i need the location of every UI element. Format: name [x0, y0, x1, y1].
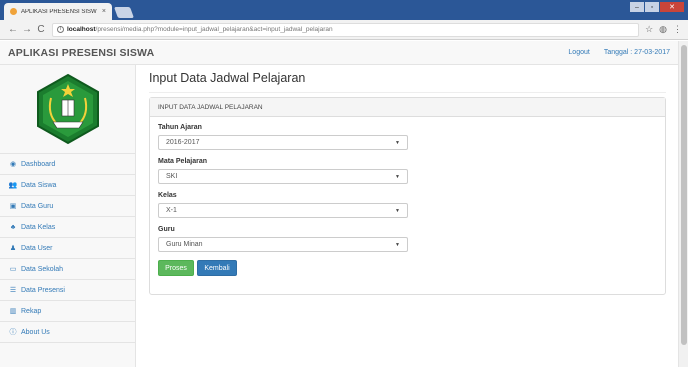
site-info-icon[interactable]: i [57, 26, 64, 33]
sidebar-item-dashboard[interactable]: ◉ Dashboard [0, 154, 135, 175]
browser-tab-strip: APLIKASI PRESENSI SISW × – ▫ ✕ [0, 0, 688, 20]
chevron-down-icon: ▼ [395, 139, 400, 146]
sidebar-menu: ◉ Dashboard 👥 Data Siswa ▣ Data Guru ♣ Data Kel… [0, 154, 135, 343]
chevron-down-icon: ▼ [395, 173, 400, 180]
monitor-icon: ▭ [9, 266, 17, 273]
mata-pelajaran-select[interactable]: SKI ▼ [158, 169, 408, 184]
main-content: Input Data Jadwal Pelajaran INPUT DATA J… [137, 65, 678, 367]
sidebar-item-data-guru[interactable]: ▣ Data Guru [0, 196, 135, 217]
logo-container [0, 65, 135, 154]
sidebar-item-data-siswa[interactable]: 👥 Data Siswa [0, 175, 135, 196]
bookmark-star-icon[interactable]: ☆ [645, 24, 653, 35]
sidebar-item-label: Dashboard [21, 160, 56, 168]
panel-heading: INPUT DATA JADWAL PELAJARAN [150, 98, 665, 117]
sidebar-item-label: Data Sekolah [21, 265, 64, 273]
kelas-label: Kelas [158, 192, 177, 199]
window-controls: – ▫ ✕ [630, 2, 684, 12]
url-field[interactable]: i localhost /presensi/media.php?module=i… [52, 22, 640, 37]
teacher-icon: ▣ [9, 203, 17, 210]
new-tab-button[interactable] [113, 7, 135, 18]
browser-toolbar: ☆ ◍ ⋮ [645, 24, 682, 35]
url-host: localhost [67, 26, 96, 33]
sidebar-item-label: Data Siswa [21, 181, 57, 189]
minimize-button[interactable]: – [630, 2, 644, 12]
sidebar-item-data-kelas[interactable]: ♣ Data Kelas [0, 217, 135, 238]
info-icon: ⓘ [9, 329, 17, 336]
sidebar-item-data-user[interactable]: ♟ Data User [0, 238, 135, 259]
reload-icon[interactable]: C [34, 24, 48, 35]
sidebar-item-label: Data User [21, 244, 53, 252]
sitemap-icon: ♣ [10, 223, 16, 231]
sidebar-item-label: Data Guru [21, 202, 54, 210]
browser-tab[interactable]: APLIKASI PRESENSI SISW × [4, 3, 112, 20]
sidebar-item-label: Data Presensi [21, 286, 65, 294]
user-icon: ♟ [9, 245, 17, 252]
schedule-form: Tahun Ajaran 2016-2017 ▼ Mata Pelajaran … [158, 124, 408, 276]
dashboard-icon: ◉ [9, 161, 17, 168]
sidebar-item-rekap[interactable]: ▥ Rekap [0, 301, 135, 322]
maximize-button[interactable]: ▫ [645, 2, 659, 12]
address-bar: ← → C i localhost /presensi/media.php?mo… [0, 20, 688, 40]
kembali-button[interactable]: Kembali [197, 260, 237, 276]
tahun-ajaran-select[interactable]: 2016-2017 ▼ [158, 135, 408, 150]
app-header: APLIKASI PRESENSI SISWA Logout Tanggal :… [0, 41, 678, 65]
tab-title: APLIKASI PRESENSI SISW [21, 8, 97, 15]
forward-arrow-icon[interactable]: → [20, 24, 34, 35]
bar-chart-icon: ▥ [9, 308, 17, 315]
kelas-select[interactable]: X-1 ▼ [158, 203, 408, 218]
field-kelas: Kelas X-1 ▼ [158, 192, 408, 218]
sidebar-item-label: Data Kelas [21, 223, 56, 231]
sidebar-item-data-sekolah[interactable]: ▭ Data Sekolah [0, 259, 135, 280]
field-mata-pelajaran: Mata Pelajaran SKI ▼ [158, 158, 408, 184]
guru-select[interactable]: Guru Minan ▼ [158, 237, 408, 252]
page-title: Input Data Jadwal Pelajaran [149, 71, 306, 85]
form-panel: INPUT DATA JADWAL PELAJARAN Tahun Ajaran… [149, 97, 666, 295]
sidebar-item-about-us[interactable]: ⓘ About Us [0, 322, 135, 343]
list-icon: ☰ [9, 287, 17, 294]
tahun-ajaran-label: Tahun Ajaran [158, 124, 202, 131]
sidebar-item-label: Rekap [21, 307, 42, 315]
kemenag-logo [36, 73, 99, 145]
url-path: /presensi/media.php?module=input_jadwal_… [95, 26, 333, 33]
mata-pelajaran-label: Mata Pelajaran [158, 158, 208, 165]
scrollbar-thumb[interactable] [681, 45, 687, 345]
chevron-down-icon: ▼ [395, 207, 400, 214]
users-icon: 👥 [8, 182, 18, 189]
field-guru: Guru Guru Minan ▼ [158, 226, 408, 252]
field-tahun-ajaran: Tahun Ajaran 2016-2017 ▼ [158, 124, 408, 150]
header-right: Logout Tanggal : 27-03-2017 [568, 49, 670, 56]
form-actions: Proses Kembali [158, 260, 408, 276]
sidebar-item-data-presensi[interactable]: ☰ Data Presensi [0, 280, 135, 301]
app-brand[interactable]: APLIKASI PRESENSI SISWA [8, 47, 154, 59]
sidebar-item-label: About Us [21, 328, 50, 336]
proses-button[interactable]: Proses [158, 260, 194, 276]
back-arrow-icon[interactable]: ← [6, 24, 20, 35]
logout-link[interactable]: Logout [568, 49, 589, 56]
kelas-value: X-1 [166, 207, 177, 214]
chevron-down-icon: ▼ [395, 241, 400, 248]
guru-value: Guru Minan [166, 241, 203, 248]
tab-close-icon[interactable]: × [102, 8, 106, 15]
date-label: Tanggal : 27-03-2017 [603, 49, 670, 56]
sidebar: ◉ Dashboard 👥 Data Siswa ▣ Data Guru ♣ Data Kel… [0, 65, 136, 367]
title-divider [149, 92, 666, 93]
extension-icon[interactable]: ◍ [659, 24, 667, 35]
mata-pelajaran-value: SKI [166, 173, 178, 180]
tahun-ajaran-value: 2016-2017 [166, 139, 200, 146]
page-scrollbar[interactable] [678, 41, 688, 367]
menu-icon[interactable]: ⋮ [673, 24, 682, 35]
guru-label: Guru [158, 226, 175, 233]
favicon-icon [10, 8, 17, 15]
close-window-button[interactable]: ✕ [660, 2, 684, 12]
